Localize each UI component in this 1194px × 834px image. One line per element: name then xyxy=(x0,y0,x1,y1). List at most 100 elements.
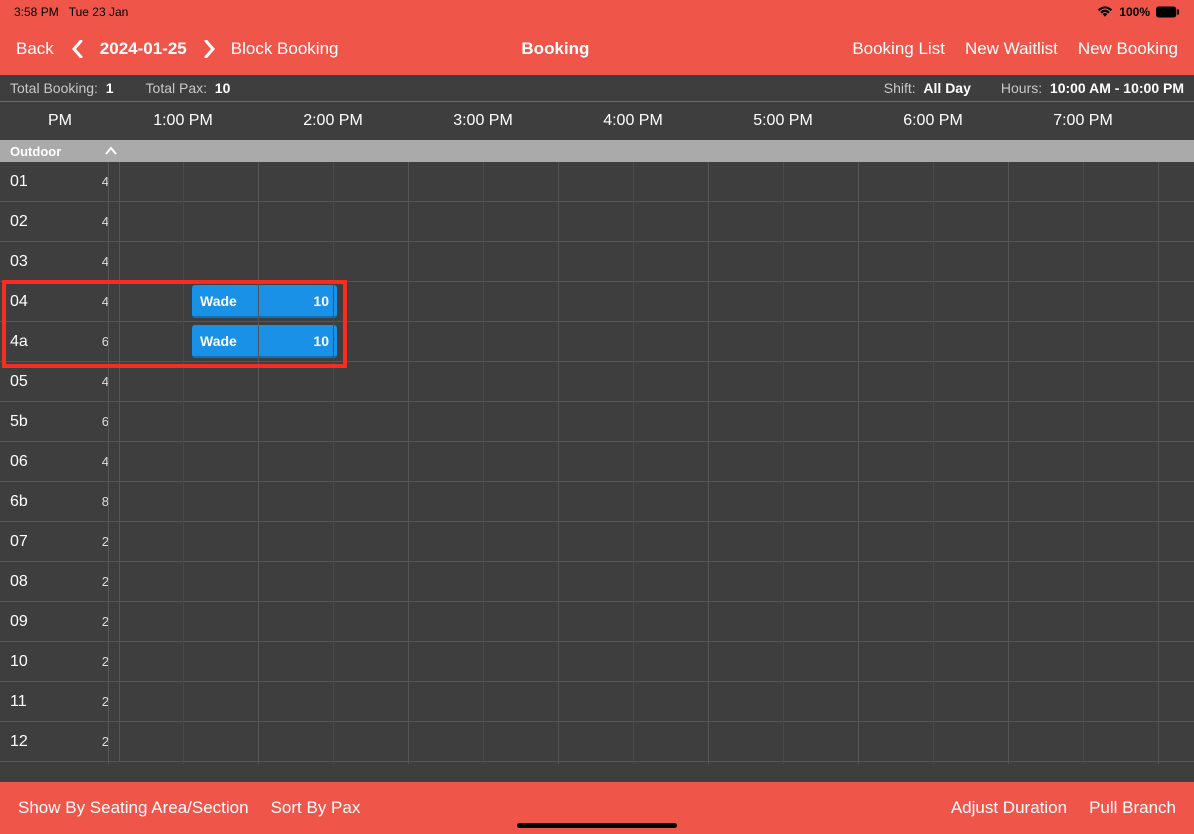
total-booking-label: Total Booking: xyxy=(10,80,98,96)
back-button[interactable]: Back xyxy=(16,39,54,59)
adjust-duration-button[interactable]: Adjust Duration xyxy=(951,798,1067,818)
row-cells[interactable] xyxy=(120,202,1194,241)
timeline-time: 3:00 PM xyxy=(453,112,513,130)
table-name: 02 xyxy=(10,213,28,231)
total-pax-value: 10 xyxy=(215,80,231,96)
table-label-cell[interactable]: 4a6 xyxy=(0,322,120,361)
table-capacity: 2 xyxy=(102,534,109,549)
timeline-time: 7:00 PM xyxy=(1053,112,1113,130)
table-label-cell[interactable]: 08 2 xyxy=(0,562,120,601)
table-name: 09 xyxy=(10,613,28,631)
chevron-right-icon[interactable] xyxy=(203,40,215,58)
table-row[interactable]: 05 4 xyxy=(0,362,1194,402)
table-row[interactable]: 024 xyxy=(0,202,1194,242)
home-indicator xyxy=(517,823,677,828)
table-row[interactable]: 092 xyxy=(0,602,1194,642)
table-row[interactable]: 08 2 xyxy=(0,562,1194,602)
footer-bar: Show By Seating Area/Section Sort By Pax… xyxy=(0,782,1194,834)
table-capacity: 4 xyxy=(102,294,109,309)
table-capacity: 4 xyxy=(102,454,109,469)
row-cells[interactable] xyxy=(120,602,1194,641)
shift-value[interactable]: All Day xyxy=(923,80,970,96)
row-cells[interactable] xyxy=(120,642,1194,681)
table-label-cell[interactable]: 04 4 xyxy=(0,282,120,321)
new-booking-link[interactable]: New Booking xyxy=(1078,39,1178,59)
sort-by-button[interactable]: Sort By Pax xyxy=(271,798,361,818)
table-name: 03 xyxy=(10,253,28,271)
table-row[interactable]: 4a6 Wade10 xyxy=(0,322,1194,362)
table-label-cell[interactable]: 092 xyxy=(0,602,120,641)
top-nav: Back 2024-01-25 Block Booking Booking Bo… xyxy=(0,23,1194,75)
table-label-cell[interactable]: 06 4 xyxy=(0,442,120,481)
table-label-cell[interactable]: 024 xyxy=(0,202,120,241)
table-label-cell[interactable]: 5b6 xyxy=(0,402,120,441)
status-date: Tue 23 Jan xyxy=(69,5,129,19)
table-capacity: 2 xyxy=(102,734,109,749)
wifi-icon xyxy=(1097,6,1113,18)
table-label-cell[interactable]: 6b8 xyxy=(0,482,120,521)
table-name: 10 xyxy=(10,653,28,671)
table-row[interactable]: 04 4 Wade 10 xyxy=(0,282,1194,322)
row-cells[interactable] xyxy=(120,522,1194,561)
new-waitlist-link[interactable]: New Waitlist xyxy=(965,39,1058,59)
timeline-first-col: PM xyxy=(0,112,120,130)
table-name: 01 xyxy=(10,173,28,191)
table-name: 06 xyxy=(10,453,28,471)
row-cells[interactable] xyxy=(120,442,1194,481)
total-pax-label: Total Pax: xyxy=(146,80,207,96)
row-cells[interactable] xyxy=(120,362,1194,401)
row-cells[interactable] xyxy=(120,562,1194,601)
table-label-cell[interactable]: 122 xyxy=(0,722,120,761)
row-cells[interactable] xyxy=(120,722,1194,761)
table-label-cell[interactable]: 05 4 xyxy=(0,362,120,401)
nav-date[interactable]: 2024-01-25 xyxy=(100,39,187,59)
table-capacity: 2 xyxy=(102,654,109,669)
table-row[interactable]: 112 xyxy=(0,682,1194,722)
table-row[interactable]: 06 4 xyxy=(0,442,1194,482)
page-title: Booking xyxy=(259,39,853,59)
table-row[interactable]: 6b8 xyxy=(0,482,1194,522)
table-label-cell[interactable]: 072 xyxy=(0,522,120,561)
status-time: 3:58 PM xyxy=(14,5,59,19)
booking-block[interactable]: Wade 10 xyxy=(192,285,337,318)
row-cells[interactable] xyxy=(120,402,1194,441)
table-row[interactable]: 10 2 xyxy=(0,642,1194,682)
table-row[interactable]: 01 4 xyxy=(0,162,1194,202)
row-cells[interactable]: Wade10 xyxy=(120,322,1194,361)
status-bar: 3:58 PM Tue 23 Jan 100% xyxy=(0,0,1194,23)
row-cells[interactable] xyxy=(120,682,1194,721)
chevron-up-icon[interactable] xyxy=(105,146,117,156)
timeline-time: 4:00 PM xyxy=(603,112,663,130)
table-label-cell[interactable]: 03 4 xyxy=(0,242,120,281)
table-label-cell[interactable]: 01 4 xyxy=(0,162,120,201)
table-row[interactable]: 5b6 xyxy=(0,402,1194,442)
table-label-cell[interactable]: 112 xyxy=(0,682,120,721)
booking-list-link[interactable]: Booking List xyxy=(852,39,945,59)
booking-block[interactable]: Wade10 xyxy=(192,325,337,358)
table-capacity: 4 xyxy=(102,254,109,269)
table-name: 08 xyxy=(10,573,28,591)
table-name: 5b xyxy=(10,413,28,431)
chevron-left-icon[interactable] xyxy=(72,40,84,58)
timeline-time: 6:00 PM xyxy=(903,112,963,130)
table-capacity: 2 xyxy=(102,574,109,589)
booking-name: Wade xyxy=(200,293,237,309)
row-cells[interactable] xyxy=(120,482,1194,521)
table-capacity: 4 xyxy=(102,174,109,189)
table-name: 11 xyxy=(10,693,27,711)
table-row[interactable]: 122 xyxy=(0,722,1194,762)
pull-branch-button[interactable]: Pull Branch xyxy=(1089,798,1176,818)
shift-label: Shift: xyxy=(884,80,916,96)
section-header[interactable]: Outdoor xyxy=(0,140,1194,162)
table-name: 05 xyxy=(10,373,28,391)
row-cells[interactable] xyxy=(120,162,1194,201)
row-cells[interactable] xyxy=(120,242,1194,281)
row-cells[interactable]: Wade 10 xyxy=(120,282,1194,321)
table-label-cell[interactable]: 10 2 xyxy=(0,642,120,681)
table-row[interactable]: 03 4 xyxy=(0,242,1194,282)
show-by-button[interactable]: Show By Seating Area/Section xyxy=(18,798,249,818)
booking-pax: 10 xyxy=(313,293,329,309)
table-capacity: 4 xyxy=(102,374,109,389)
table-row[interactable]: 072 xyxy=(0,522,1194,562)
table-name: 04 xyxy=(10,293,28,311)
